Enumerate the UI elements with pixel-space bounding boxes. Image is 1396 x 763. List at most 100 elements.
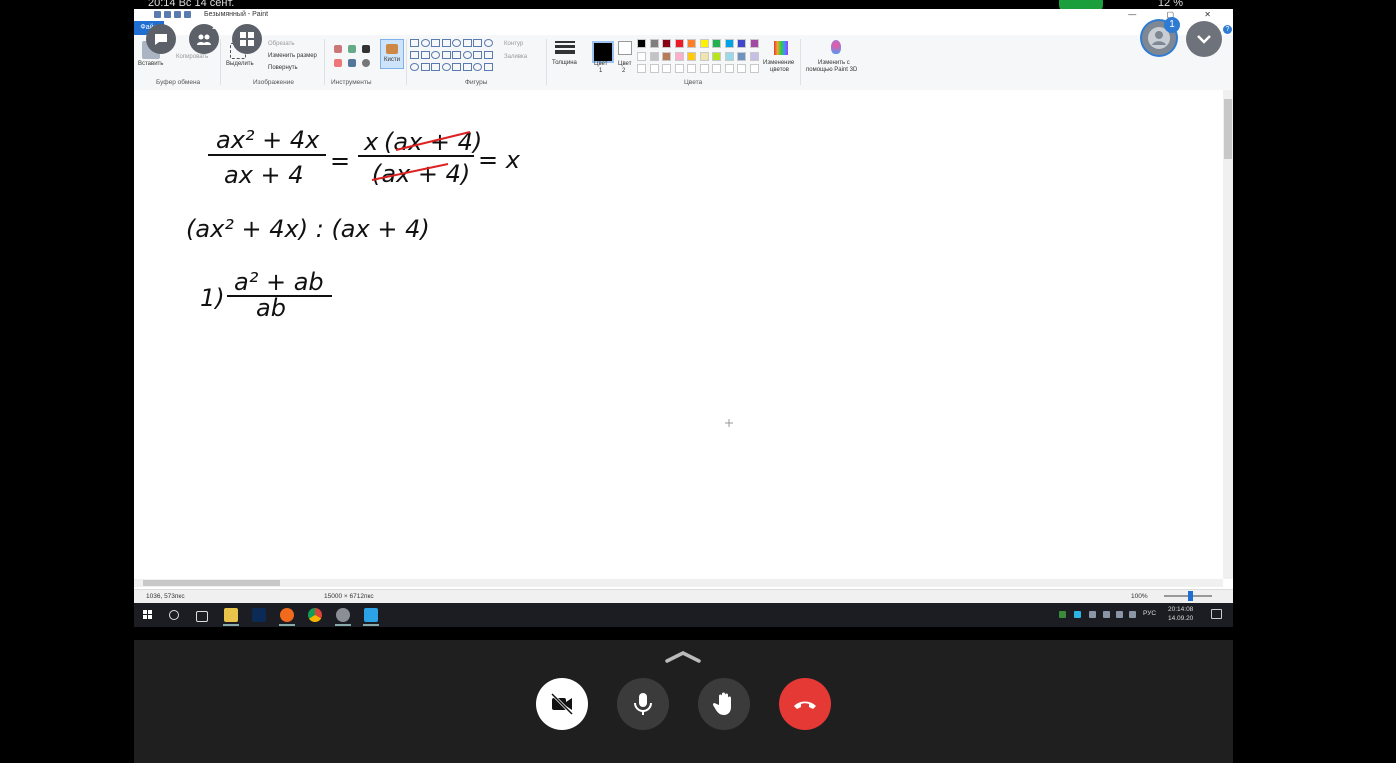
chrome-icon[interactable] (308, 608, 322, 622)
shape-icon[interactable] (452, 63, 461, 71)
shape-icon[interactable] (483, 51, 493, 59)
layout-button[interactable] (232, 24, 262, 54)
shape-icon[interactable] (410, 51, 419, 59)
palette-swatch[interactable] (637, 64, 646, 73)
vertical-scroll-thumb[interactable] (1224, 99, 1232, 159)
microphone-button[interactable] (617, 678, 669, 730)
palette-swatch[interactable] (674, 39, 684, 48)
paint-app-icon[interactable] (364, 608, 378, 622)
paint3d-label[interactable]: Изменить с (818, 60, 850, 66)
rotate-button[interactable]: Повернуть (268, 65, 298, 71)
thickness-icon[interactable] (555, 41, 575, 56)
shape-icon[interactable] (462, 39, 472, 47)
drawing-canvas[interactable]: ax² + 4x ax + 4 = x (ax + 4) (ax + 4) = … (134, 90, 1223, 579)
shape-icon[interactable] (420, 51, 430, 59)
palette-swatch[interactable] (712, 64, 721, 73)
shape-icon[interactable] (431, 51, 440, 59)
shape-icon[interactable] (431, 39, 440, 47)
tray-app-icon[interactable] (1059, 611, 1066, 618)
shape-icon[interactable] (473, 51, 482, 59)
end-call-button[interactable] (779, 678, 831, 730)
palette-swatch[interactable] (749, 39, 759, 48)
shape-icon[interactable] (483, 63, 493, 71)
fill-bucket-icon[interactable] (348, 45, 356, 53)
palette-swatch[interactable] (712, 39, 721, 48)
shape-icon[interactable] (441, 63, 451, 71)
palette-swatch[interactable] (749, 51, 759, 61)
collapse-button[interactable] (1186, 21, 1222, 57)
edit-colors-label-2[interactable]: цветов (770, 67, 789, 73)
vertical-scrollbar[interactable] (1223, 90, 1233, 579)
horizontal-scrollbar[interactable] (134, 579, 1223, 587)
palette-swatch[interactable] (699, 64, 709, 73)
network-icon[interactable] (1116, 611, 1123, 618)
palette-swatch[interactable] (637, 51, 646, 61)
input-language[interactable]: РУС (1143, 610, 1156, 617)
shape-icon[interactable] (441, 51, 451, 59)
fill-button[interactable]: Заливка (504, 54, 527, 60)
brushes-button[interactable]: Кисти (380, 39, 404, 69)
palette-swatch[interactable] (649, 64, 659, 73)
palette-swatch[interactable] (749, 64, 759, 73)
task-view-icon[interactable] (196, 611, 208, 622)
palette-swatch[interactable] (674, 64, 684, 73)
thickness-button[interactable]: Толщина (552, 60, 577, 66)
shape-icon[interactable] (420, 63, 430, 71)
palette-swatch[interactable] (737, 64, 746, 73)
camera-toggle-button[interactable] (536, 678, 588, 730)
color1-swatch[interactable] (592, 41, 614, 63)
crop-button[interactable]: Обрезать (268, 41, 294, 47)
palette-swatch[interactable] (712, 51, 721, 61)
palette-swatch[interactable] (724, 39, 734, 48)
palette-swatch[interactable] (687, 64, 696, 73)
tray-app-icon[interactable] (1089, 611, 1096, 618)
color-palette[interactable] (637, 39, 763, 77)
chat-button[interactable] (146, 24, 176, 54)
palette-swatch[interactable] (737, 39, 746, 48)
pencil-icon[interactable] (334, 45, 342, 53)
palette-swatch[interactable] (687, 39, 696, 48)
quick-access-toolbar[interactable] (154, 11, 196, 19)
photoshop-icon[interactable] (252, 608, 266, 622)
text-tool-icon[interactable] (362, 45, 370, 53)
help-icon[interactable]: ? (1223, 25, 1232, 34)
shape-icon[interactable] (420, 39, 430, 47)
raise-hand-button[interactable] (698, 678, 750, 730)
shape-icon[interactable] (410, 39, 419, 47)
notifications-icon[interactable] (1211, 609, 1222, 619)
palette-swatch[interactable] (662, 64, 671, 73)
tray-app-icon[interactable] (1074, 611, 1081, 618)
palette-swatch[interactable] (662, 39, 671, 48)
palette-swatch[interactable] (699, 39, 709, 48)
eraser-icon[interactable] (334, 59, 342, 67)
shape-icon[interactable] (473, 63, 482, 71)
shape-icon[interactable] (462, 63, 472, 71)
palette-swatch[interactable] (724, 64, 734, 73)
palette-swatch[interactable] (737, 51, 746, 61)
palette-swatch[interactable] (637, 39, 646, 48)
search-icon[interactable] (169, 610, 179, 620)
horizontal-scroll-thumb[interactable] (143, 580, 280, 586)
app-icon[interactable] (336, 608, 350, 622)
shapes-gallery[interactable] (410, 39, 496, 75)
palette-swatch[interactable] (687, 51, 696, 61)
zoom-slider-handle[interactable] (1188, 591, 1193, 601)
palette-swatch[interactable] (649, 51, 659, 61)
palette-swatch[interactable] (699, 51, 709, 61)
magnifier-icon[interactable] (362, 59, 370, 67)
windows-start-icon[interactable] (143, 610, 153, 620)
chevron-up-icon[interactable] (664, 650, 702, 664)
firefox-icon[interactable] (280, 608, 294, 622)
shape-icon[interactable] (452, 51, 461, 59)
volume-icon[interactable] (1129, 611, 1136, 618)
palette-swatch[interactable] (649, 39, 659, 48)
shape-icon[interactable] (410, 63, 419, 71)
edit-colors-icon[interactable] (774, 41, 788, 55)
paint3d-label-2[interactable]: помощью Paint 3D (806, 67, 857, 73)
shape-icon[interactable] (473, 39, 482, 47)
select-button[interactable]: Выделить (226, 61, 254, 67)
palette-swatch[interactable] (724, 51, 734, 61)
shape-icon[interactable] (462, 51, 472, 59)
paste-button[interactable]: Вставить (138, 61, 163, 67)
resize-button[interactable]: Изменить размер (268, 53, 317, 59)
